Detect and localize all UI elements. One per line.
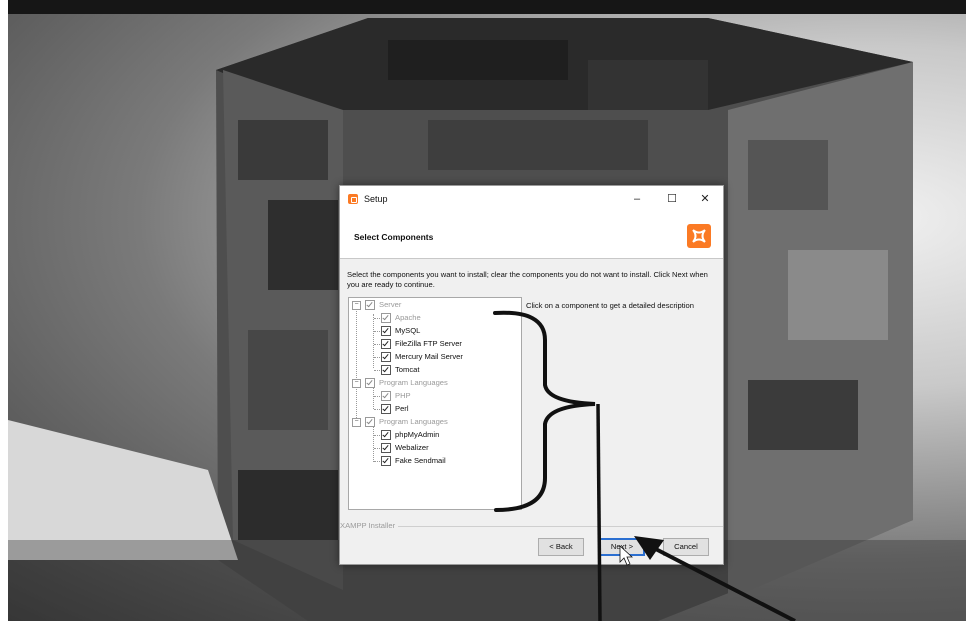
node-label: phpMyAdmin (395, 430, 440, 439)
tree-line (374, 448, 380, 449)
node-label: Program Languages (379, 378, 448, 387)
node-label: PHP (395, 391, 411, 400)
tree-node-php[interactable]: PHP (381, 390, 411, 402)
node-label: Tomcat (395, 365, 420, 374)
tree-node-perl[interactable]: Perl (381, 403, 409, 415)
tree-line (374, 331, 380, 332)
maximize-button[interactable]: ☐ (663, 191, 681, 207)
tree-line (356, 306, 357, 424)
checkbox-icon[interactable] (381, 443, 391, 453)
close-button[interactable]: ✕ (696, 191, 714, 207)
app-icon (348, 194, 358, 204)
tree-line (374, 435, 380, 436)
tree-node-apache[interactable]: Apache (381, 312, 421, 324)
tree-line (374, 396, 380, 397)
tree-node-program-languages-2[interactable]: Program Languages (365, 416, 448, 428)
tree-node-program-languages[interactable]: Program Languages (365, 377, 448, 389)
checkbox-icon[interactable] (381, 430, 391, 440)
components-tree[interactable]: − Server Apache MySQL FileZilla FTP Serv… (348, 297, 522, 510)
checkbox-icon[interactable] (381, 391, 391, 401)
checkbox-icon[interactable] (365, 378, 375, 388)
tree-line (373, 314, 374, 368)
checkbox-icon[interactable] (381, 313, 391, 323)
tree-node-tomcat[interactable]: Tomcat (381, 364, 419, 376)
minimize-button[interactable]: – (628, 191, 646, 207)
tree-line (374, 409, 380, 410)
tree-node-server[interactable]: Server (365, 299, 401, 311)
window-title: Setup (364, 194, 388, 204)
component-description: Click on a component to get a detailed d… (526, 301, 695, 310)
checkbox-icon[interactable] (381, 456, 391, 466)
checkbox-icon[interactable] (381, 352, 391, 362)
node-label: Program Languages (379, 417, 448, 426)
tree-node-webalizer[interactable]: Webalizer (381, 442, 429, 454)
collapse-tools-icon[interactable]: − (352, 418, 361, 427)
instructions-text: Select the components you want to instal… (347, 270, 708, 289)
node-label: Fake Sendmail (395, 456, 446, 465)
tree-line (374, 370, 380, 371)
tree-node-mercury[interactable]: Mercury Mail Server (381, 351, 463, 363)
node-label: FileZilla FTP Server (395, 339, 462, 348)
node-label: Webalizer (395, 443, 429, 452)
collapse-server-icon[interactable]: − (352, 301, 361, 310)
installer-label: XAMPP Installer (340, 521, 399, 530)
dialog-header: Select Components (340, 214, 723, 259)
tree-node-filezilla[interactable]: FileZilla FTP Server (381, 338, 462, 350)
tree-line (373, 422, 374, 462)
tree-node-phpmyadmin[interactable]: phpMyAdmin (381, 429, 439, 441)
node-label: Apache (395, 313, 421, 322)
tree-line (374, 344, 380, 345)
cancel-button[interactable]: Cancel (663, 538, 709, 556)
tree-line (374, 461, 380, 462)
collapse-languages-icon[interactable]: − (352, 379, 361, 388)
checkbox-icon[interactable] (381, 365, 391, 375)
node-label: Mercury Mail Server (395, 352, 463, 361)
checkbox-icon[interactable] (365, 417, 375, 427)
xampp-logo-icon (687, 224, 711, 248)
checkbox-icon[interactable] (365, 300, 375, 310)
back-button[interactable]: < Back (538, 538, 584, 556)
node-label: Server (379, 300, 402, 309)
next-button[interactable]: Next > (599, 538, 645, 556)
tree-node-fake-sendmail[interactable]: Fake Sendmail (381, 455, 446, 467)
page-title: Select Components (354, 232, 434, 242)
checkbox-icon[interactable] (381, 404, 391, 414)
tree-line (374, 318, 380, 319)
tree-line (374, 357, 380, 358)
checkbox-icon[interactable] (381, 326, 391, 336)
checkbox-icon[interactable] (381, 339, 391, 349)
title-bar: Setup – ☐ ✕ (340, 186, 723, 214)
node-label: Perl (395, 404, 409, 413)
node-label: MySQL (395, 326, 421, 335)
setup-dialog: Setup – ☐ ✕ Select Components Select the… (339, 185, 724, 565)
tree-node-mysql[interactable]: MySQL (381, 325, 420, 337)
